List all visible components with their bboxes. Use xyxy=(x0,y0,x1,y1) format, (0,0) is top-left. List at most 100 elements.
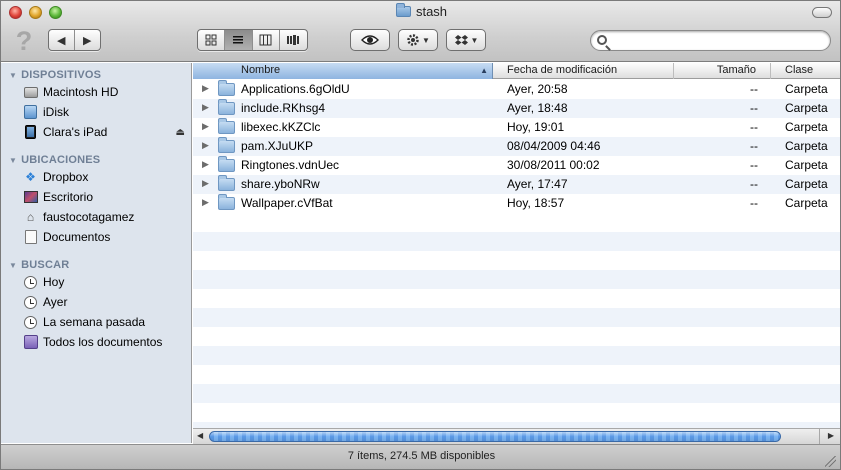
sidebar-item-escritorio[interactable]: Escritorio xyxy=(23,188,191,206)
disclosure-triangle-icon[interactable]: ▶ xyxy=(202,178,209,189)
file-date: Hoy, 18:57 xyxy=(507,196,565,210)
scrollbar-divider xyxy=(819,429,820,444)
disclosure-triangle-icon[interactable]: ▶ xyxy=(202,83,209,94)
file-row[interactable]: ▶ pam.XJuUKP 08/04/2009 04:46 -- Carpeta xyxy=(193,137,840,156)
disclosure-triangle-icon[interactable]: ▶ xyxy=(202,197,209,208)
sidebar-item-macintosh-hd[interactable]: Macintosh HD xyxy=(23,83,191,101)
search-icon xyxy=(597,35,607,45)
sort-ascending-icon: ▲ xyxy=(480,66,488,75)
disclosure-triangle-icon[interactable]: ▶ xyxy=(202,121,209,132)
back-button[interactable]: ◀ xyxy=(49,30,75,50)
chevron-down-icon: ▼ xyxy=(422,35,430,45)
columns-icon xyxy=(259,34,272,46)
sidebar-item-ayer[interactable]: Ayer xyxy=(23,293,191,311)
scrollbar-thumb[interactable] xyxy=(209,431,781,442)
file-size: -- xyxy=(750,196,758,210)
search-field[interactable] xyxy=(590,30,831,51)
file-list: Nombre ▲ Fecha de modificación Tamaño Cl… xyxy=(193,63,840,429)
search-input[interactable] xyxy=(613,33,823,48)
coverflow-view-button[interactable] xyxy=(280,30,307,50)
file-name: share.yboNRw xyxy=(241,177,320,191)
scroll-left-arrow-icon[interactable]: ◀ xyxy=(197,431,203,440)
home-icon: ⌂ xyxy=(26,210,35,224)
list-lines-icon xyxy=(233,36,244,44)
file-row[interactable]: ▶ Applications.6gOldU Ayer, 20:58 -- Car… xyxy=(193,80,840,99)
sidebar-item-dropbox[interactable]: ❖ Dropbox xyxy=(23,168,191,186)
chevron-down-icon: ▼ xyxy=(470,35,479,45)
sidebar-section-devices[interactable]: ▼ DISPOSITIVOS xyxy=(9,68,101,82)
folder-icon xyxy=(395,3,411,17)
toolbar-toggle-button[interactable] xyxy=(812,7,832,18)
file-kind: Carpeta xyxy=(785,196,828,210)
column-header-name[interactable]: Nombre ▲ xyxy=(193,63,493,79)
window-title-text: stash xyxy=(415,4,448,19)
scroll-right-arrow-icon[interactable]: ▶ xyxy=(828,431,834,440)
column-view-button[interactable] xyxy=(253,30,280,50)
column-header-size[interactable]: Tamaño xyxy=(674,63,771,79)
disclosure-triangle-icon[interactable]: ▶ xyxy=(202,102,209,113)
sidebar-item-todos-documentos[interactable]: Todos los documentos xyxy=(23,333,191,351)
hard-drive-icon xyxy=(23,86,38,98)
view-mode-control xyxy=(197,29,308,51)
gear-icon xyxy=(407,34,419,46)
column-header-kind[interactable]: Clase xyxy=(771,63,840,79)
file-date: Ayer, 20:58 xyxy=(507,82,568,96)
file-size: -- xyxy=(750,177,758,191)
icon-view-button[interactable] xyxy=(198,30,226,50)
file-kind: Carpeta xyxy=(785,120,828,134)
folder-icon xyxy=(218,194,235,210)
dropbox-icon: ❖ xyxy=(25,170,36,184)
eject-icon[interactable]: ⏏ xyxy=(176,127,185,138)
folder-icon xyxy=(218,156,235,172)
quick-look-button[interactable] xyxy=(350,29,390,51)
sidebar: ▼ DISPOSITIVOS Macintosh HD iDisk Clara's… xyxy=(1,63,192,443)
idisk-icon xyxy=(24,105,37,119)
resize-grip-icon[interactable] xyxy=(825,456,836,467)
file-size: -- xyxy=(750,139,758,153)
horizontal-scrollbar[interactable]: ◀ ▶ xyxy=(193,428,840,444)
sidebar-item-home[interactable]: ⌂ faustocotagamez xyxy=(23,208,191,226)
folder-icon xyxy=(218,118,235,134)
sidebar-section-search[interactable]: ▼ BUSCAR xyxy=(9,258,69,272)
file-kind: Carpeta xyxy=(785,158,828,172)
forward-button[interactable]: ▶ xyxy=(75,30,100,50)
clock-icon xyxy=(24,295,37,309)
sidebar-item-claras-ipad[interactable]: Clara's iPad ⏏ xyxy=(23,123,191,141)
toolbar: stash ? ◀ ▶ ▼ ▼ xyxy=(1,1,840,62)
folder-icon xyxy=(218,99,235,115)
file-name: include.RKhsg4 xyxy=(241,101,326,115)
list-view-button[interactable] xyxy=(225,30,253,50)
all-documents-icon xyxy=(23,335,38,349)
file-name: Applications.6gOldU xyxy=(241,82,350,96)
file-row[interactable]: ▶ libexec.kKZClc Hoy, 19:01 -- Carpeta xyxy=(193,118,840,137)
column-header-date[interactable]: Fecha de modificación xyxy=(493,63,674,79)
status-bar: 7 ítems, 274.5 MB disponibles xyxy=(1,444,840,469)
folder-icon xyxy=(218,137,235,153)
list-header: Nombre ▲ Fecha de modificación Tamaño Cl… xyxy=(193,63,840,79)
back-forward-control: ◀ ▶ xyxy=(48,29,101,51)
file-row[interactable]: ▶ Ringtones.vdnUec 30/08/2011 00:02 -- C… xyxy=(193,156,840,175)
sidebar-item-documentos[interactable]: Documentos xyxy=(21,228,191,247)
finder-window: stash ? ◀ ▶ ▼ ▼ ▼ DISPOSITIVOS Macintosh… xyxy=(0,0,841,470)
clock-icon xyxy=(24,315,37,329)
dropbox-icon xyxy=(454,34,468,45)
file-row[interactable]: ▶ include.RKhsg4 Ayer, 18:48 -- Carpeta xyxy=(193,99,840,118)
file-size: -- xyxy=(750,158,758,172)
disclosure-triangle-icon[interactable]: ▶ xyxy=(202,159,209,170)
file-size: -- xyxy=(750,82,758,96)
action-menu-button[interactable]: ▼ xyxy=(398,29,438,51)
file-row[interactable]: ▶ share.yboNRw Ayer, 17:47 -- Carpeta xyxy=(193,175,840,194)
help-icon[interactable]: ? xyxy=(14,28,34,55)
window-title: stash xyxy=(1,3,840,19)
file-kind: Carpeta xyxy=(785,139,828,153)
sidebar-item-semana-pasada[interactable]: La semana pasada xyxy=(23,313,191,331)
file-row[interactable]: ▶ Wallpaper.cVfBat Hoy, 18:57 -- Carpeta xyxy=(193,194,840,213)
file-name: Wallpaper.cVfBat xyxy=(241,196,333,210)
disclosure-triangle-icon[interactable]: ▶ xyxy=(202,140,209,151)
sidebar-item-idisk[interactable]: iDisk xyxy=(23,103,191,121)
ipad-icon xyxy=(25,125,36,139)
sidebar-section-places[interactable]: ▼ UBICACIONES xyxy=(9,153,100,167)
file-name: pam.XJuUKP xyxy=(241,139,314,153)
sidebar-item-hoy[interactable]: Hoy xyxy=(23,273,191,291)
dropbox-menu-button[interactable]: ▼ xyxy=(446,29,486,51)
